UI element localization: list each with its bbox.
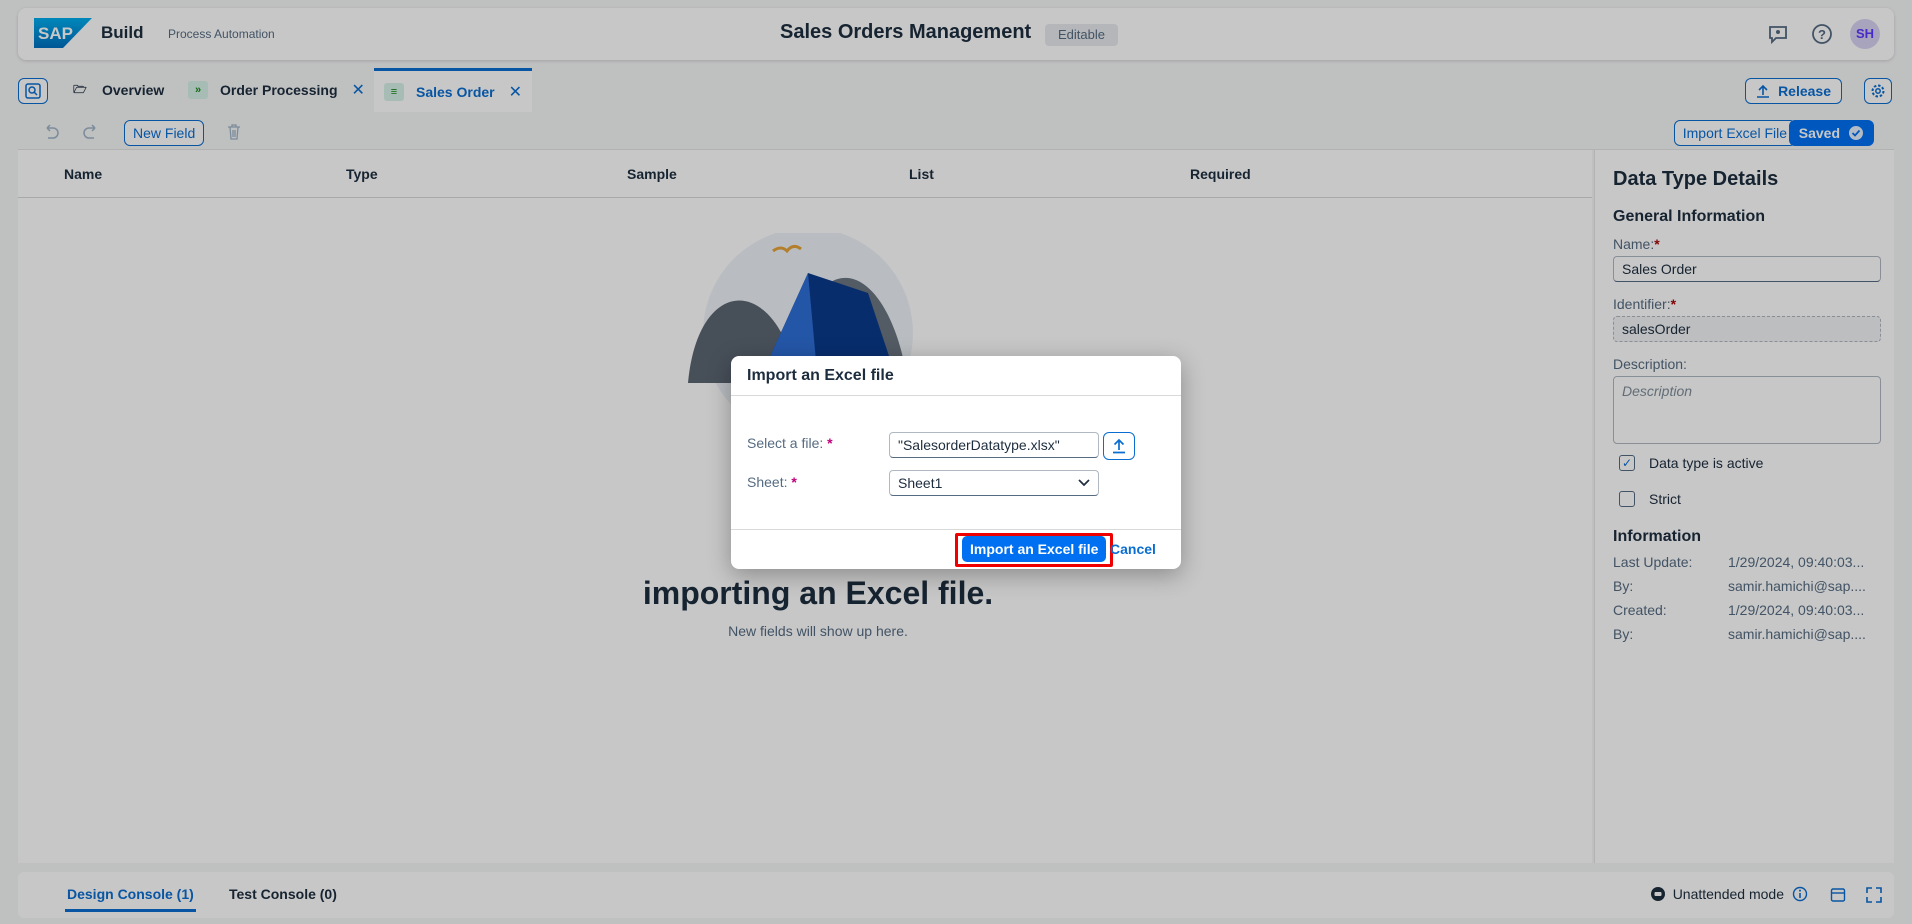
sheet-label-text: Sheet:: [747, 474, 788, 490]
cancel-button[interactable]: Cancel: [1110, 541, 1156, 557]
browse-file-button[interactable]: [1103, 432, 1135, 460]
dialog-footer: Import an Excel file Cancel: [731, 529, 1181, 569]
import-button-label: Import an Excel file: [962, 536, 1107, 562]
file-field[interactable]: "SalesorderDatatype.xlsx": [889, 432, 1099, 458]
sheet-value: Sheet1: [898, 475, 943, 491]
upload-icon: [1113, 438, 1125, 454]
chevron-down-icon: [1078, 479, 1090, 487]
import-excel-dialog: Import an Excel file Select a file: * "S…: [731, 356, 1181, 569]
select-file-label: Select a file: *: [747, 435, 833, 451]
dialog-title: Import an Excel file: [731, 356, 1181, 396]
sheet-select[interactable]: Sheet1: [889, 470, 1099, 496]
select-file-label-text: Select a file:: [747, 435, 824, 451]
sheet-label: Sheet: *: [747, 474, 797, 490]
import-excel-file-button[interactable]: Import an Excel file: [955, 533, 1114, 567]
